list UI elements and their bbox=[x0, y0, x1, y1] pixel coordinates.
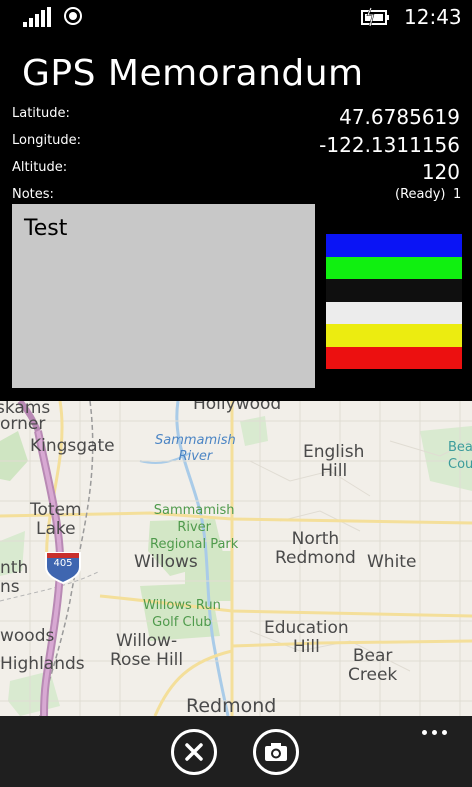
altitude-value: 120 bbox=[421, 160, 460, 184]
map-label-education-hill: Education Hill bbox=[264, 618, 349, 657]
altitude-label: Altitude: bbox=[12, 160, 68, 175]
gps-status-count: 1 bbox=[453, 187, 462, 202]
map-label-willow-rose-hill: Willow- Rose Hill bbox=[110, 631, 184, 670]
close-icon bbox=[185, 743, 203, 761]
map-label-orner: orner bbox=[0, 414, 46, 434]
more-options-button[interactable] bbox=[422, 728, 450, 738]
color-palette bbox=[326, 234, 462, 369]
battery-charging-icon bbox=[361, 7, 389, 27]
cancel-button[interactable] bbox=[171, 729, 217, 775]
map-label-totem-lake: Totem Lake bbox=[30, 500, 82, 539]
map-label-kingsgate: Kingsgate bbox=[30, 436, 115, 456]
color-swatch-yellow[interactable] bbox=[326, 324, 462, 347]
color-swatch-red[interactable] bbox=[326, 346, 462, 369]
color-swatch-black[interactable] bbox=[326, 279, 462, 302]
map-view[interactable]: Hollywood skams orner Kingsgate Sammamis… bbox=[0, 401, 472, 716]
application-bar bbox=[0, 716, 472, 787]
notes-input[interactable]: Test bbox=[12, 204, 315, 388]
map-label-regional-park: Sammamish River Regional Park bbox=[150, 503, 239, 552]
map-label-bea: Bea Cou bbox=[448, 440, 472, 472]
latitude-label: Latitude: bbox=[12, 106, 70, 121]
color-swatch-blue[interactable] bbox=[326, 234, 462, 257]
camera-icon bbox=[265, 743, 287, 761]
longitude-value: -122.1311156 bbox=[319, 133, 460, 157]
signal-strength-icon bbox=[23, 7, 53, 27]
location-icon bbox=[64, 7, 82, 25]
map-label-woods: woods bbox=[0, 626, 55, 646]
color-swatch-green[interactable] bbox=[326, 256, 462, 279]
map-label-sammamish-river: Sammamish River bbox=[155, 433, 236, 464]
map-label-highlands: Highlands bbox=[0, 654, 85, 674]
map-label-golf-club: Willows Run Golf Club bbox=[143, 598, 221, 630]
map-label-hollywood: Hollywood bbox=[193, 401, 282, 414]
map-label-bear-creek: Bear Creek bbox=[348, 646, 398, 685]
gps-status-text: (Ready) bbox=[395, 187, 446, 202]
clock: 12:43 bbox=[404, 5, 462, 29]
map-label-nth: nth ns bbox=[0, 558, 29, 597]
status-bar: 12:43 bbox=[0, 0, 472, 34]
color-swatch-white[interactable] bbox=[326, 301, 462, 324]
map-label-north-redmond: North Redmond bbox=[275, 529, 356, 568]
longitude-label: Longitude: bbox=[12, 133, 82, 148]
map-label-redmond: Redmond bbox=[186, 695, 277, 716]
notes-label: Notes: bbox=[12, 187, 54, 202]
app-title: GPS Memorandum bbox=[22, 53, 364, 94]
map-label-white: White bbox=[367, 552, 417, 572]
camera-button[interactable] bbox=[253, 729, 299, 775]
interstate-405-shield: 405 bbox=[53, 558, 73, 569]
map-label-willows: Willows bbox=[134, 552, 198, 572]
map-label-english-hill: English Hill bbox=[303, 442, 365, 481]
latitude-value: 47.6785619 bbox=[339, 105, 460, 129]
